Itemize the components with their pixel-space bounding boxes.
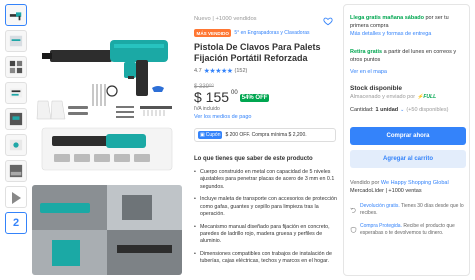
thumbnail-more[interactable]: 2 <box>5 212 27 234</box>
rating-row[interactable]: 4.7 ★★★★★ (152) <box>194 67 247 75</box>
play-icon <box>12 192 21 204</box>
feature-item: Mecanismo manual diseñado para fijación … <box>194 224 337 246</box>
coupon-tag: ▣ Cupón <box>198 131 223 139</box>
seller-name-link[interactable]: We Happy Shopping Global <box>381 180 449 186</box>
thumbnail-strip: 2 <box>5 4 27 238</box>
shipping-highlight: Llega gratis mañana sábado <box>350 15 424 21</box>
star-rating-icon: ★★★★★ <box>203 68 233 75</box>
coupon-icon: ▣ <box>200 132 205 138</box>
features-list: Cuerpo construido en metal con capacidad… <box>194 169 337 271</box>
fulfillment-info: Almacenado y enviado por ⚡FULL <box>350 94 468 102</box>
feature-item: Dimensiones compatibles con trabajos de … <box>194 251 337 266</box>
map-link[interactable]: Ver en el mapa <box>350 69 468 77</box>
thumbnail-4[interactable] <box>5 82 27 104</box>
product-main-image[interactable] <box>32 6 182 181</box>
seller-prefix: Vendido por <box>350 180 380 186</box>
best-seller-badge: MÁS VENDIDO <box>194 29 232 37</box>
chevron-down-icon: ⌄ <box>400 107 405 113</box>
current-price: $ 155 <box>194 89 230 105</box>
full-badge: ⚡FULL <box>417 94 437 100</box>
price-cents: 00 <box>231 90 238 96</box>
shipping-details-link[interactable]: Más detalles y formas de entrega <box>350 31 468 39</box>
return-title-link[interactable]: Devolución gratis. <box>360 203 400 209</box>
seller-info: Vendido por We Happy Shopping Global <box>350 180 468 188</box>
coupon-box[interactable]: ▣ Cupón $ 200 OFF. Compra mínima $ 2,200… <box>194 128 336 142</box>
quantity-label: Cantidad: <box>350 107 374 113</box>
pickup-info: Retira gratis a partir del lunes en corr… <box>350 49 468 64</box>
rating-count: (152) <box>234 68 248 74</box>
purchase-protection: Compra Protegida. Recibe el producto que… <box>350 223 468 237</box>
thumbnail-video[interactable] <box>5 186 27 208</box>
product-condition: Nuevo | +1000 vendidos <box>194 16 257 22</box>
return-policy: Devolución gratis. Tienes 30 días desde … <box>350 203 468 217</box>
shipping-info: Llega gratis mañana sábado por ser tu pr… <box>350 15 468 30</box>
product-title: Pistola De Clavos Para Palets Fijación P… <box>194 42 321 63</box>
buy-now-button[interactable]: Comprar ahora <box>350 127 466 145</box>
thumbnail-5[interactable] <box>5 108 27 130</box>
purchase-panel: Llega gratis mañana sábado por ser tu pr… <box>343 4 470 276</box>
add-to-cart-button[interactable]: Agregar al carrito <box>350 150 466 168</box>
category-rank-link[interactable]: 5° en Engrapadoras y Clavadoras <box>234 30 309 36</box>
feature-item: Incluye maleta de transporte con accesor… <box>194 196 337 218</box>
price-row: $ 155 00 54% OFF <box>194 89 270 105</box>
features-title: Lo que tienes que saber de este producto <box>194 156 313 162</box>
return-icon <box>350 207 356 213</box>
quantity-value: 1 unidad <box>375 107 399 113</box>
stored-by-label: Almacenado y enviado por <box>350 94 416 100</box>
seller-stats: MercadoLíder | +1000 ventas <box>350 188 422 194</box>
product-lifestyle-image[interactable] <box>32 185 182 275</box>
shield-icon <box>350 226 357 233</box>
heart-icon[interactable] <box>323 16 333 26</box>
badge-row: MÁS VENDIDO 5° en Engrapadoras y Clavado… <box>194 29 310 37</box>
thumbnail-2[interactable] <box>5 30 27 52</box>
stock-title: Stock disponible <box>350 85 403 92</box>
thumbnail-7[interactable] <box>5 160 27 182</box>
product-info: Nuevo | +1000 vendidos <box>194 16 334 22</box>
payment-methods-link[interactable]: Ver los medios de pago <box>194 114 251 120</box>
quantity-available: (+50 disponibles) <box>406 107 449 113</box>
rating-value: 4.7 <box>194 68 202 74</box>
tax-label: IVA incluido <box>194 106 220 112</box>
coupon-tag-label: Cupón <box>205 132 221 138</box>
pickup-highlight: Retira gratis <box>350 49 383 55</box>
coupon-text: $ 200 OFF. Compra mínima $ 2,200. <box>225 132 307 138</box>
feature-item: Cuerpo construido en metal con capacidad… <box>194 169 337 191</box>
thumbnail-3[interactable] <box>5 56 27 78</box>
protect-title-link[interactable]: Compra Protegida. <box>360 223 402 229</box>
quantity-selector[interactable]: Cantidad: 1 unidad ⌄ (+50 disponibles) <box>350 107 448 113</box>
thumbnail-1[interactable] <box>5 4 27 26</box>
discount-badge: 54% OFF <box>239 94 270 102</box>
thumbnail-6[interactable] <box>5 134 27 156</box>
